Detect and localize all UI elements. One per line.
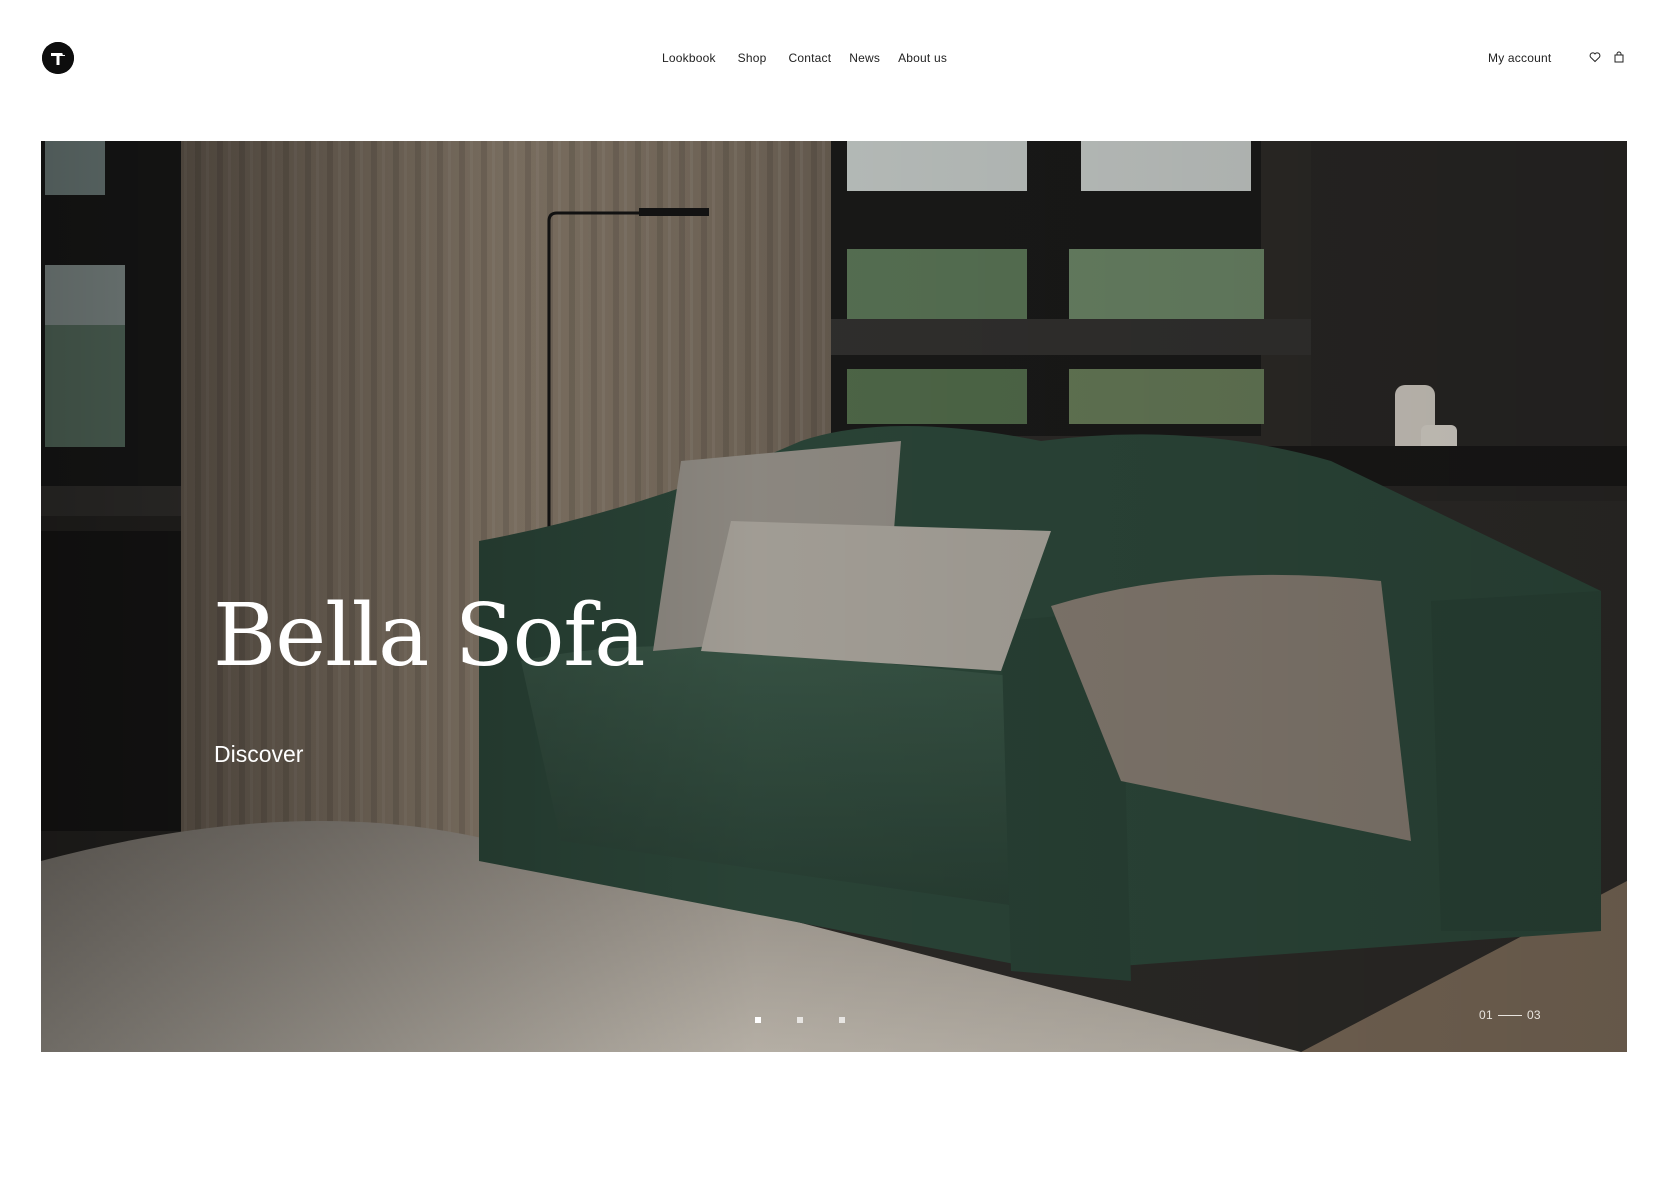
nav-item-shop[interactable]: Shop bbox=[738, 50, 767, 66]
nav-item-lookbook[interactable]: Lookbook bbox=[662, 50, 716, 66]
slide-dot-2[interactable] bbox=[797, 1017, 803, 1023]
slide-counter: 01 03 bbox=[1479, 1008, 1541, 1022]
logo[interactable] bbox=[42, 42, 74, 74]
slide-counter-current: 01 bbox=[1479, 1008, 1493, 1022]
heart-icon bbox=[1589, 52, 1601, 63]
wishlist-button[interactable] bbox=[1589, 51, 1601, 63]
nav-item-news[interactable]: News bbox=[849, 50, 880, 66]
bag-icon bbox=[1614, 51, 1624, 63]
nav-item-about-us[interactable]: About us bbox=[898, 50, 947, 66]
hero-title: Bella Sofa bbox=[213, 586, 646, 686]
slide-dot-1[interactable] bbox=[755, 1017, 761, 1023]
slide-dot-3[interactable] bbox=[839, 1017, 845, 1023]
my-account-link[interactable]: My account bbox=[1488, 50, 1551, 66]
slide-counter-separator bbox=[1497, 1015, 1522, 1017]
logo-mark-icon bbox=[42, 42, 74, 74]
hero-banner: Bella Sofa Discover 01 03 bbox=[41, 141, 1627, 1052]
cart-button[interactable] bbox=[1613, 51, 1625, 63]
slide-counter-total: 03 bbox=[1526, 1008, 1541, 1022]
main-nav: Lookbook Shop Contact News About us bbox=[662, 50, 947, 66]
discover-link[interactable]: Discover bbox=[214, 741, 303, 768]
nav-item-contact[interactable]: Contact bbox=[788, 50, 831, 66]
site-header: Lookbook Shop Contact News About us My a… bbox=[0, 0, 1660, 120]
slider-pagination bbox=[755, 1017, 845, 1023]
